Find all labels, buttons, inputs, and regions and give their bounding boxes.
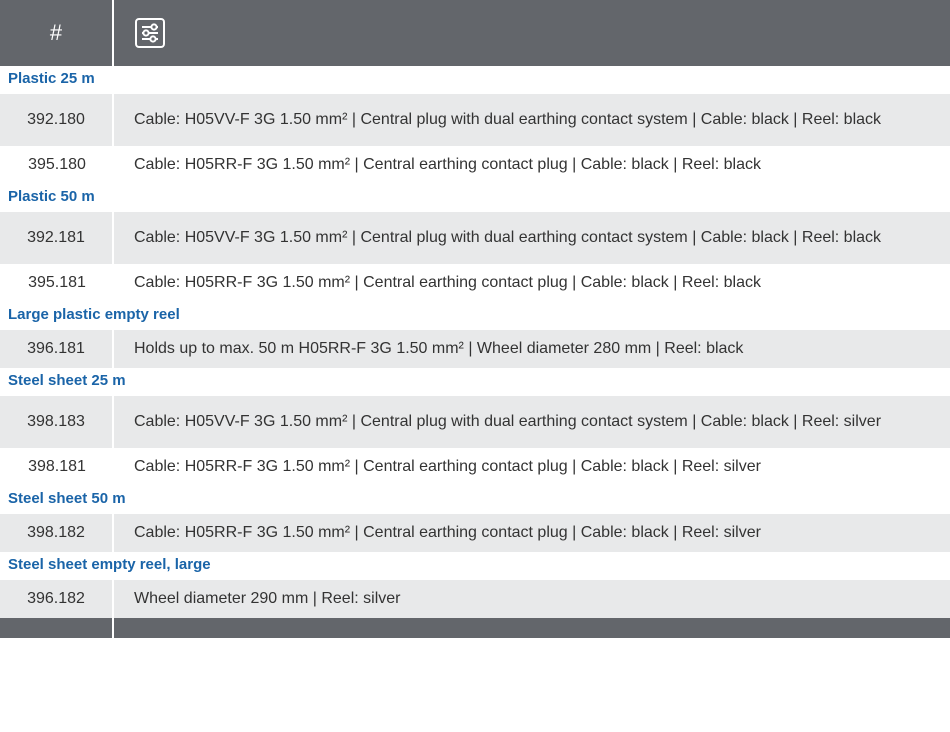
group-title-large-plastic-empty-reel: Large plastic empty reel xyxy=(8,306,180,323)
item-number: 396.181 xyxy=(0,330,114,368)
footer-left-cell xyxy=(0,618,114,638)
item-description: Cable: H05RR-F 3G 1.50 mm² | Central ear… xyxy=(134,458,761,475)
item-description: Cable: H05RR-F 3G 1.50 mm² | Central ear… xyxy=(134,156,761,173)
item-description: Wheel diameter 290 mm | Reel: silver xyxy=(134,590,401,607)
column-header-filter xyxy=(114,0,950,66)
item-number: 398.183 xyxy=(0,396,114,448)
group-title-steel-sheet-50m: Steel sheet 50 m xyxy=(8,490,126,507)
item-number: 395.181 xyxy=(28,274,86,291)
table-row: 398.182 Cable: H05RR-F 3G 1.50 mm² | Cen… xyxy=(0,514,950,552)
table-row: 396.181 Holds up to max. 50 m H05RR-F 3G… xyxy=(0,330,950,368)
item-number: 398.181 xyxy=(28,458,86,475)
table-row: 398.181 Cable: H05RR-F 3G 1.50 mm² | Cen… xyxy=(0,448,950,486)
group-title-steel-sheet-empty-reel-large: Steel sheet empty reel, large xyxy=(8,556,211,573)
item-number: 392.181 xyxy=(0,212,114,264)
group-title-plastic-50m: Plastic 50 m xyxy=(8,188,95,205)
hash-label: # xyxy=(49,20,63,45)
item-description: Cable: H05VV-F 3G 1.50 mm² | Central plu… xyxy=(134,229,882,246)
table-row: 396.182 Wheel diameter 290 mm | Reel: si… xyxy=(0,580,950,618)
table-row: 395.181 Cable: H05RR-F 3G 1.50 mm² | Cen… xyxy=(0,264,950,302)
column-header-number: # xyxy=(0,0,114,66)
group-title-steel-sheet-25m: Steel sheet 25 m xyxy=(8,372,126,389)
item-description: Cable: H05VV-F 3G 1.50 mm² | Central plu… xyxy=(134,111,882,128)
table-row: 392.180 Cable: H05VV-F 3G 1.50 mm² | Cen… xyxy=(0,94,950,146)
item-description: Holds up to max. 50 m H05RR-F 3G 1.50 mm… xyxy=(134,340,744,357)
filter-settings-icon[interactable] xyxy=(134,17,166,49)
table-footer xyxy=(0,618,950,638)
table-header: # xyxy=(0,0,950,66)
product-table: # Plastic 25 m 392.180 Cable: H05VV-F 3G… xyxy=(0,0,950,638)
table-row: 398.183 Cable: H05VV-F 3G 1.50 mm² | Cen… xyxy=(0,396,950,448)
item-number: 395.180 xyxy=(28,156,86,173)
item-description: Cable: H05RR-F 3G 1.50 mm² | Central ear… xyxy=(134,274,761,291)
table-row: 392.181 Cable: H05VV-F 3G 1.50 mm² | Cen… xyxy=(0,212,950,264)
group-title-plastic-25m: Plastic 25 m xyxy=(8,70,95,87)
item-number: 398.182 xyxy=(0,514,114,552)
item-number: 392.180 xyxy=(0,94,114,146)
item-number: 396.182 xyxy=(0,580,114,618)
table-row: 395.180 Cable: H05RR-F 3G 1.50 mm² | Cen… xyxy=(0,146,950,184)
item-description: Cable: H05VV-F 3G 1.50 mm² | Central plu… xyxy=(134,413,882,430)
item-description: Cable: H05RR-F 3G 1.50 mm² | Central ear… xyxy=(134,524,761,541)
